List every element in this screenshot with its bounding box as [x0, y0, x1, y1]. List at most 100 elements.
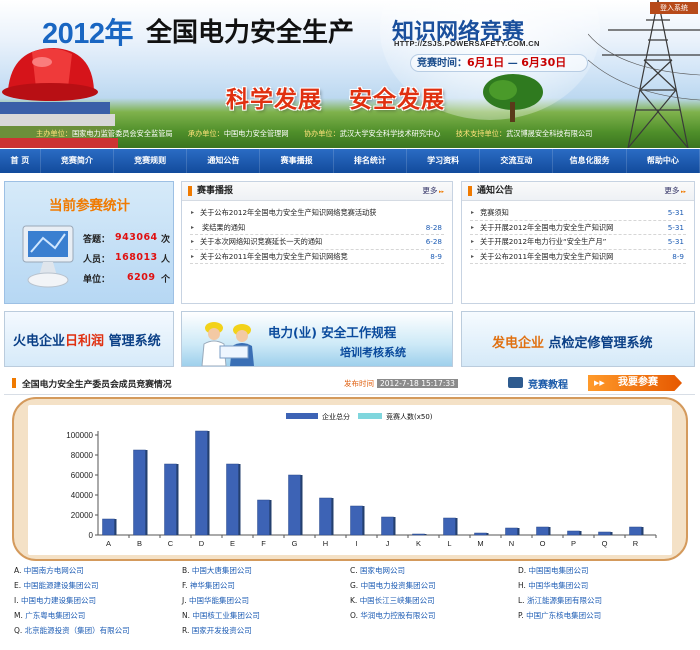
title-main: 全国电力安全生产 — [146, 18, 355, 48]
notice-item[interactable]: 关于开展2012年全国电力安全生产知识网5-31 — [470, 221, 686, 235]
nav-home[interactable]: 首 页 — [0, 149, 41, 173]
bar-m — [474, 532, 487, 536]
computer-icon — [22, 225, 74, 288]
bar-k — [412, 533, 425, 536]
safety-helmet-image — [2, 48, 98, 101]
sponsor-undertaker: 承办单位：中国电力安全管理网 — [187, 129, 289, 138]
notice-item[interactable]: 竞赛须知5-31 — [470, 206, 686, 221]
news-title: 赛事播报 — [188, 182, 233, 200]
workers-image — [201, 322, 254, 366]
company-item: C. 国家电网公司 — [350, 566, 406, 575]
publish-time: 发布时间 2012-7-18 15:17:33 — [344, 378, 458, 389]
company-item: B. 中国大唐集团公司 — [182, 566, 252, 575]
company-item: A. 中国南方电网公司 — [14, 566, 84, 575]
bar-shade — [393, 517, 396, 535]
stats-title: 当前参赛统计 — [49, 198, 130, 214]
join-contest-button[interactable]: 我要参赛 — [588, 375, 682, 391]
competition-bar-chart: 0 20000 40000 60000 80000 100000 企业总分 竞赛人数(x50)… — [66, 412, 657, 548]
news-panel: 赛事播报 更多 关于公布2012年全国电力安全生产知识网络竞赛活动获 奖结果的通… — [181, 181, 453, 304]
bar-shade — [610, 532, 613, 535]
nav-interaction[interactable]: 交流互动 — [480, 149, 554, 173]
site-url: HTTP://ZSJS.POWERSAFETY.COM.CN — [394, 39, 540, 48]
stat-units: 单位： 6209 个 — [83, 272, 171, 285]
y-tick-label: 60000 — [71, 471, 94, 480]
bar-g — [288, 474, 301, 536]
bar-shade — [455, 518, 458, 535]
x-tick-label: Q — [602, 539, 608, 548]
bar-b — [133, 449, 146, 536]
company-item: H. 中国华电集团公司 — [518, 581, 589, 590]
bar-e — [226, 463, 239, 536]
contest-time: 竞赛时间：6月1日 — 6月30日 — [410, 54, 588, 72]
x-tick-label: H — [323, 539, 328, 548]
login-link[interactable]: 登入系统 — [650, 2, 698, 14]
profit-management-banner[interactable]: 火电企业日利润 管理系统 — [4, 311, 174, 367]
x-tick-label: D — [199, 539, 205, 548]
notice-panel: 通知公告 更多 竞赛须知5-31 关于开展2012年全国电力安全生产知识网5-3… — [461, 181, 695, 304]
nav-rules[interactable]: 竞赛规则 — [114, 149, 188, 173]
news-more-link[interactable]: 更多 — [422, 185, 444, 196]
bar-j — [381, 516, 394, 536]
news-item[interactable]: 关于本次网络知识竞赛延长一天的通知6-28 — [190, 235, 444, 250]
nav-study[interactable]: 学习资料 — [407, 149, 481, 173]
bar-shade — [269, 500, 272, 535]
tree-image — [483, 74, 543, 122]
news-item[interactable]: 关于公布2012年全国电力安全生产知识网络竞赛活动获 — [190, 206, 444, 221]
bar-shade — [207, 431, 210, 535]
nav-ranking[interactable]: 排名统计 — [334, 149, 407, 173]
news-item[interactable]: 奖结果的通知8-28 — [190, 221, 444, 235]
nav-intro[interactable]: 竞赛简介 — [41, 149, 114, 173]
x-tick-label: C — [168, 539, 174, 548]
bar-shade — [238, 464, 241, 535]
bar-n — [505, 527, 518, 536]
safety-training-banner[interactable]: 电力(业) 安全工作规程 培训考核系统 — [181, 311, 453, 367]
nav-help[interactable]: 帮助中心 — [627, 149, 700, 173]
x-tick-label: I — [355, 539, 357, 548]
notice-title: 通知公告 — [468, 182, 513, 200]
bar-shade — [548, 527, 551, 535]
bar-shade — [486, 533, 489, 535]
x-tick-label: B — [137, 539, 142, 548]
bar-shade — [362, 506, 365, 535]
company-item: N. 中国核工业集团公司 — [182, 611, 260, 620]
bar-a — [102, 518, 115, 536]
y-tick-label: 100000 — [66, 431, 93, 440]
nav-notices[interactable]: 通知公告 — [187, 149, 261, 173]
x-tick-label: L — [447, 539, 451, 548]
x-tick-label: N — [509, 539, 514, 548]
competition-section-header: 全国电力安全生产委员会成员竞赛情况 发布时间 2012-7-18 15:17:33… — [4, 375, 695, 395]
nav-services[interactable]: 信息化服务 — [553, 149, 627, 173]
bar-shade — [517, 528, 520, 535]
legend-label: 企业总分 — [322, 412, 350, 421]
x-tick-label: K — [416, 539, 421, 548]
sponsor-organizer: 主办单位：国家电力监管委员会安全监管局 — [36, 129, 173, 138]
bar-r — [629, 526, 642, 536]
nav-broadcast[interactable]: 赛事播报 — [260, 149, 334, 173]
title-year: 2012年 — [42, 18, 134, 50]
bar-p — [567, 530, 580, 536]
bar-d — [195, 430, 208, 536]
tutorial-link[interactable]: 竞赛教程 — [508, 376, 568, 391]
legend-swatch — [358, 413, 382, 419]
slogan: 科学发展 安全发展 — [226, 87, 446, 113]
bar-l — [443, 517, 456, 536]
header-banner: 登入系统 2012年 全国电力安全生产 知识网络竞赛 HTTP://ZSJS.P… — [0, 0, 700, 148]
notice-item[interactable]: 关于公布2011年全国电力安全生产知识网8-9 — [470, 250, 686, 264]
stat-answers: 答题： 943064 次 — [83, 232, 171, 245]
bar-shade — [424, 534, 427, 535]
maintenance-management-banner[interactable]: 发电企业 点检定修管理系统 — [461, 311, 695, 367]
section-title: 全国电力安全生产委员会成员竞赛情况 — [12, 377, 172, 390]
company-item: M. 广东粤电集团公司 — [14, 611, 86, 620]
sponsor-tech-support: 技术支持单位：武汉博晟安全科技有限公司 — [455, 129, 593, 138]
notice-item[interactable]: 关于开展2012年电力行业“安全生产月”5-31 — [470, 235, 686, 250]
x-tick-label: A — [106, 539, 111, 548]
x-tick-label: R — [633, 539, 639, 548]
notice-more-link[interactable]: 更多 — [664, 185, 686, 196]
y-tick-label: 40000 — [71, 491, 94, 500]
company-item: F. 神华集团公司 — [182, 581, 235, 590]
x-tick-label: G — [292, 539, 298, 548]
legend-label: 竞赛人数(x50) — [386, 412, 433, 421]
y-tick-label: 20000 — [71, 511, 94, 520]
company-item: J. 中国华能集团公司 — [182, 596, 249, 605]
news-item[interactable]: 关于公布2011年全国电力安全生产知识网络竞8-9 — [190, 250, 444, 264]
